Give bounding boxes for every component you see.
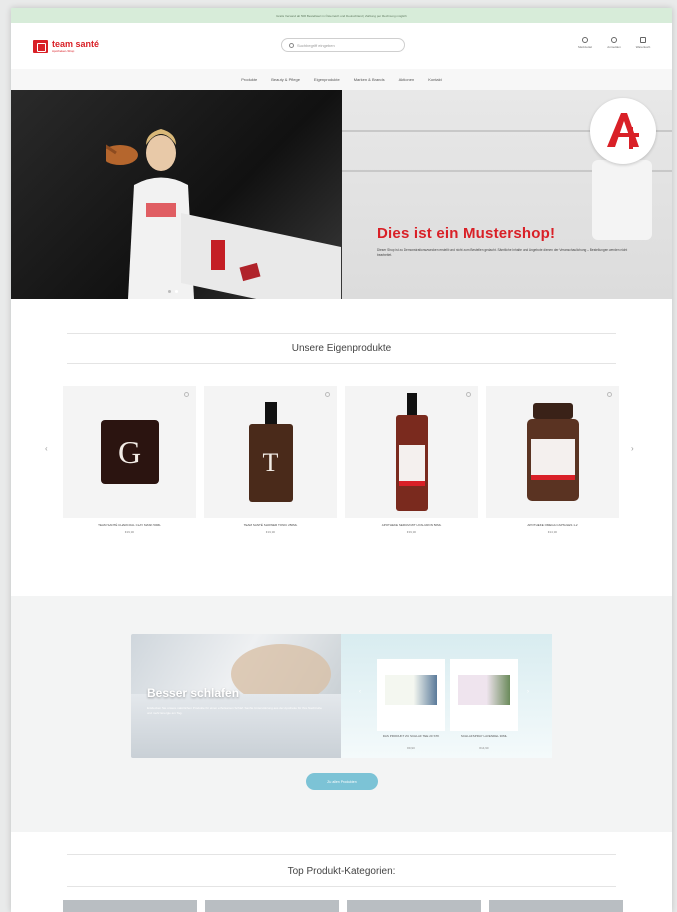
wishlist-icon[interactable] bbox=[607, 392, 612, 397]
nav-item-eigenprodukte[interactable]: Eigenprodukte bbox=[314, 77, 340, 82]
cart-label: Warenkorb bbox=[635, 45, 651, 49]
logo-name: team santé bbox=[52, 38, 100, 49]
wishlist-icon[interactable] bbox=[325, 392, 330, 397]
hero-slider: Dies ist ein Mustershop! Dieser Shop ist… bbox=[11, 90, 672, 299]
promo-product-price: €14,90 bbox=[479, 746, 489, 750]
announcement-text: Gratis Versand ab 50€ Bestellwert in Öst… bbox=[276, 13, 407, 18]
category-tile[interactable] bbox=[347, 900, 481, 912]
announcement-bar: Gratis Versand ab 50€ Bestellwert in Öst… bbox=[11, 8, 672, 23]
hero-title: Dies ist ein Mustershop! bbox=[377, 225, 556, 242]
wishlist-icon[interactable] bbox=[184, 392, 189, 397]
categories-title: Top Produkt-Kategorien: bbox=[287, 866, 396, 877]
promo-product-price: €9,90 bbox=[407, 746, 415, 750]
product-carousel: ‹ › G TEAM SANTÉ CHARCOAL CLAY MASK 50ML… bbox=[11, 386, 672, 546]
nav-item-produkte[interactable]: Produkte bbox=[241, 77, 257, 82]
cart-icon bbox=[640, 37, 646, 43]
section-divider bbox=[67, 363, 616, 364]
product-image-jar: G bbox=[100, 420, 159, 484]
promo-product-image bbox=[385, 675, 437, 705]
product-card[interactable]: G TEAM SANTÉ CHARCOAL CLAY MASK 50ML €29… bbox=[63, 386, 196, 534]
apotheke-a-icon bbox=[607, 113, 639, 149]
heart-icon bbox=[582, 37, 588, 43]
cart-button[interactable]: Warenkorb bbox=[634, 37, 652, 49]
page-frame: Gratis Versand ab 50€ Bestellwert in Öst… bbox=[11, 8, 672, 912]
promo-products: ‹ › DAS PRODUKT ZU SCHLAF TEE 20 STK €9,… bbox=[341, 634, 552, 758]
all-products-button[interactable]: Zu allen Produkten bbox=[306, 773, 378, 790]
carousel-next-icon[interactable]: › bbox=[631, 444, 634, 453]
promo-product-name: SCHLAFSPRAY LAVENDEL 30ML bbox=[460, 734, 508, 738]
product-name: TEAM SANTÉ SHOWER TONIC 250ML bbox=[243, 523, 298, 527]
product-card[interactable]: APOTHEKE OMEGA CAPSULES 1-2 €24,90 bbox=[486, 386, 619, 534]
eigenprodukte-title: Unsere Eigenprodukte bbox=[291, 343, 392, 354]
section-divider bbox=[67, 333, 616, 334]
promo-text: Entdecken Sie unsere natürlichen Produkt… bbox=[147, 706, 322, 715]
product-price: €29,90 bbox=[124, 530, 135, 534]
main-nav: Produkte Beauty & Pflege Eigenprodukte M… bbox=[11, 69, 672, 90]
product-name: APOTHEKE SERUM MIT HYALURON 50ML bbox=[381, 523, 442, 527]
hero-banner: Dies ist ein Mustershop! Dieser Shop ist… bbox=[342, 90, 672, 299]
search-input[interactable]: Suchbegriff eingeben bbox=[281, 38, 405, 52]
promo-title: Besser schlafen bbox=[147, 686, 240, 700]
nav-item-marken[interactable]: Marken & Brands bbox=[354, 77, 385, 82]
product-name: TEAM SANTÉ CHARCOAL CLAY MASK 50ML bbox=[98, 523, 161, 527]
site-logo[interactable]: team santé Apotheken-Shop bbox=[33, 38, 100, 53]
promo-next-icon[interactable]: › bbox=[527, 689, 529, 695]
promo-product-image bbox=[458, 675, 510, 705]
wishlist-label: Merkzettel bbox=[578, 45, 592, 49]
hero-photo bbox=[11, 90, 342, 299]
product-price: €19,90 bbox=[265, 530, 276, 534]
slider-dots bbox=[168, 290, 178, 293]
wishlist-button[interactable]: Merkzettel bbox=[576, 37, 594, 49]
carousel-prev-icon[interactable]: ‹ bbox=[45, 444, 48, 453]
hero-text: Dieser Shop ist zu Demonstrationszwecken… bbox=[377, 248, 628, 257]
product-card[interactable]: APOTHEKE SERUM MIT HYALURON 50ML €39,90 bbox=[345, 386, 478, 534]
header-actions: Merkzettel Anmelden Warenkorb bbox=[576, 37, 652, 49]
category-tile[interactable] bbox=[489, 900, 623, 912]
section-divider bbox=[67, 886, 616, 887]
site-header: team santé Apotheken-Shop Suchbegriff ei… bbox=[11, 23, 672, 69]
promo-banner: Besser schlafen Entdecken Sie unsere nat… bbox=[131, 634, 552, 758]
account-label: Anmelden bbox=[607, 45, 621, 49]
category-tiles bbox=[63, 900, 623, 912]
slider-dot-active[interactable] bbox=[175, 290, 178, 293]
logo-subtitle: Apotheken-Shop bbox=[52, 48, 75, 53]
apotheke-logo bbox=[590, 98, 656, 164]
promo-product-card[interactable] bbox=[450, 659, 518, 731]
search-icon bbox=[289, 42, 294, 48]
section-divider bbox=[67, 854, 616, 855]
promo-product-name: DAS PRODUKT ZU SCHLAF TEE 20 STK bbox=[382, 734, 440, 738]
product-card[interactable]: T TEAM SANTÉ SHOWER TONIC 250ML €19,90 bbox=[204, 386, 337, 534]
product-image-capsule-jar bbox=[526, 403, 579, 501]
search-placeholder: Suchbegriff eingeben bbox=[297, 42, 335, 48]
category-tile[interactable] bbox=[63, 900, 197, 912]
slider-dot[interactable] bbox=[168, 290, 171, 293]
account-button[interactable]: Anmelden bbox=[605, 37, 623, 49]
product-image-pump-bottle: T bbox=[248, 402, 293, 502]
promo-photo: Besser schlafen Entdecken Sie unsere nat… bbox=[131, 634, 341, 758]
logo-mark-icon bbox=[33, 39, 48, 53]
nav-item-aktionen[interactable]: Aktionen bbox=[399, 77, 415, 82]
product-name: APOTHEKE OMEGA CAPSULES 1-2 bbox=[527, 523, 578, 527]
wishlist-icon[interactable] bbox=[466, 392, 471, 397]
nav-item-beauty[interactable]: Beauty & Pflege bbox=[271, 77, 300, 82]
nav-item-kontakt[interactable]: Kontakt bbox=[428, 77, 442, 82]
user-icon bbox=[611, 37, 617, 43]
product-price: €39,90 bbox=[406, 530, 417, 534]
promo-prev-icon[interactable]: ‹ bbox=[359, 689, 361, 695]
category-tile[interactable] bbox=[205, 900, 339, 912]
product-price: €24,90 bbox=[547, 530, 558, 534]
product-image-spray-bottle bbox=[395, 393, 428, 511]
promo-product-card[interactable] bbox=[377, 659, 445, 731]
